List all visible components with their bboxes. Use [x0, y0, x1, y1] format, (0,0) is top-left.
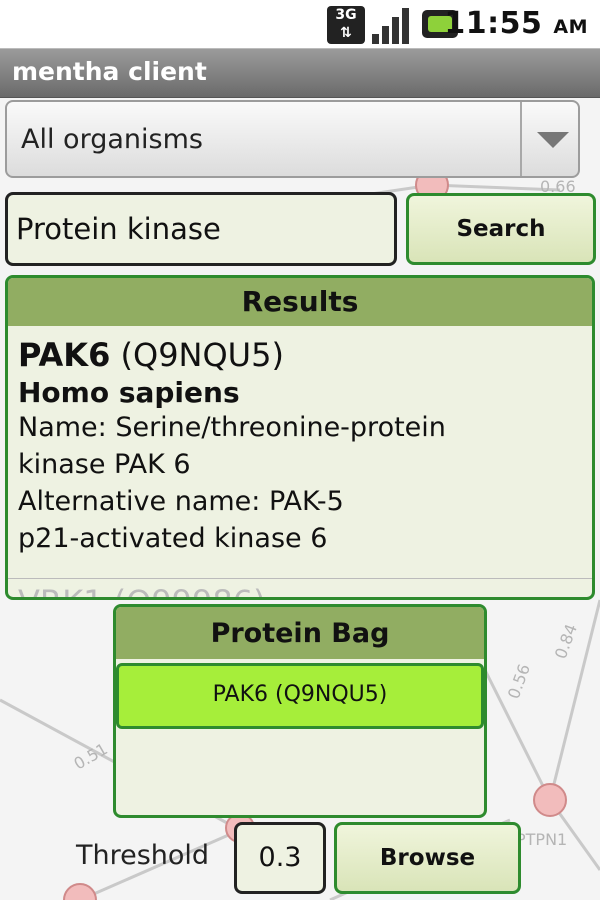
results-panel: Results PAK6 (Q9NQU5) Homo sapiens Name:…: [5, 275, 595, 600]
result-organism: Homo sapiens: [18, 376, 240, 409]
organism-dropdown-value: All organisms: [21, 124, 203, 155]
result-item[interactable]: PAK6 (Q9NQU5) Homo sapiens Name: Serine/…: [8, 326, 592, 557]
clock: 11:55 AM: [444, 6, 588, 41]
result-gene: PAK6: [18, 336, 111, 374]
result-alt-line1: Alternative name: PAK-5: [18, 486, 344, 517]
search-input[interactable]: [16, 207, 386, 251]
result-title: PAK6 (Q9NQU5): [18, 336, 582, 374]
graph-node: [63, 883, 97, 900]
chevron-down-icon[interactable]: [537, 132, 569, 148]
status-bar: 3G ⇅ 11:55 AM: [0, 0, 600, 48]
network-3g-icon: 3G ⇅: [327, 6, 365, 44]
dropdown-divider: [520, 102, 522, 176]
clock-ampm: AM: [553, 16, 588, 38]
result-divider: [8, 578, 592, 579]
threshold-label: Threshold: [76, 840, 210, 871]
result-name-line2: kinase PAK 6: [18, 449, 191, 480]
clock-time: 11:55: [444, 6, 543, 41]
protein-bag-header: Protein Bag: [116, 607, 484, 659]
edge-label: 0.51: [71, 739, 111, 773]
organism-dropdown[interactable]: All organisms: [5, 100, 580, 178]
result-name-line1: Name: Serine/threonine-protein: [18, 412, 446, 443]
edge-label: 0.56: [504, 661, 534, 701]
signal-strength-icon: [372, 6, 412, 44]
result-accession: (Q9NQU5): [120, 336, 284, 374]
graph-node: [533, 783, 567, 817]
app-title: mentha client: [12, 57, 207, 86]
search-button[interactable]: Search: [406, 193, 596, 265]
threshold-input[interactable]: 0.3: [234, 822, 326, 894]
result-alt-line2: p21-activated kinase 6: [18, 523, 328, 554]
app-title-bar: mentha client: [0, 48, 600, 98]
edge-label: 0.84: [551, 621, 581, 661]
results-header: Results: [8, 278, 592, 326]
result-item-partial[interactable]: VRK1 (Q99986): [18, 583, 266, 597]
node-label: PTPN1: [516, 830, 567, 849]
browse-button[interactable]: Browse: [334, 822, 521, 894]
protein-bag-panel: Protein Bag PAK6 (Q9NQU5): [113, 604, 487, 818]
protein-bag-item[interactable]: PAK6 (Q9NQU5): [116, 663, 484, 729]
search-field-container[interactable]: [5, 192, 397, 266]
